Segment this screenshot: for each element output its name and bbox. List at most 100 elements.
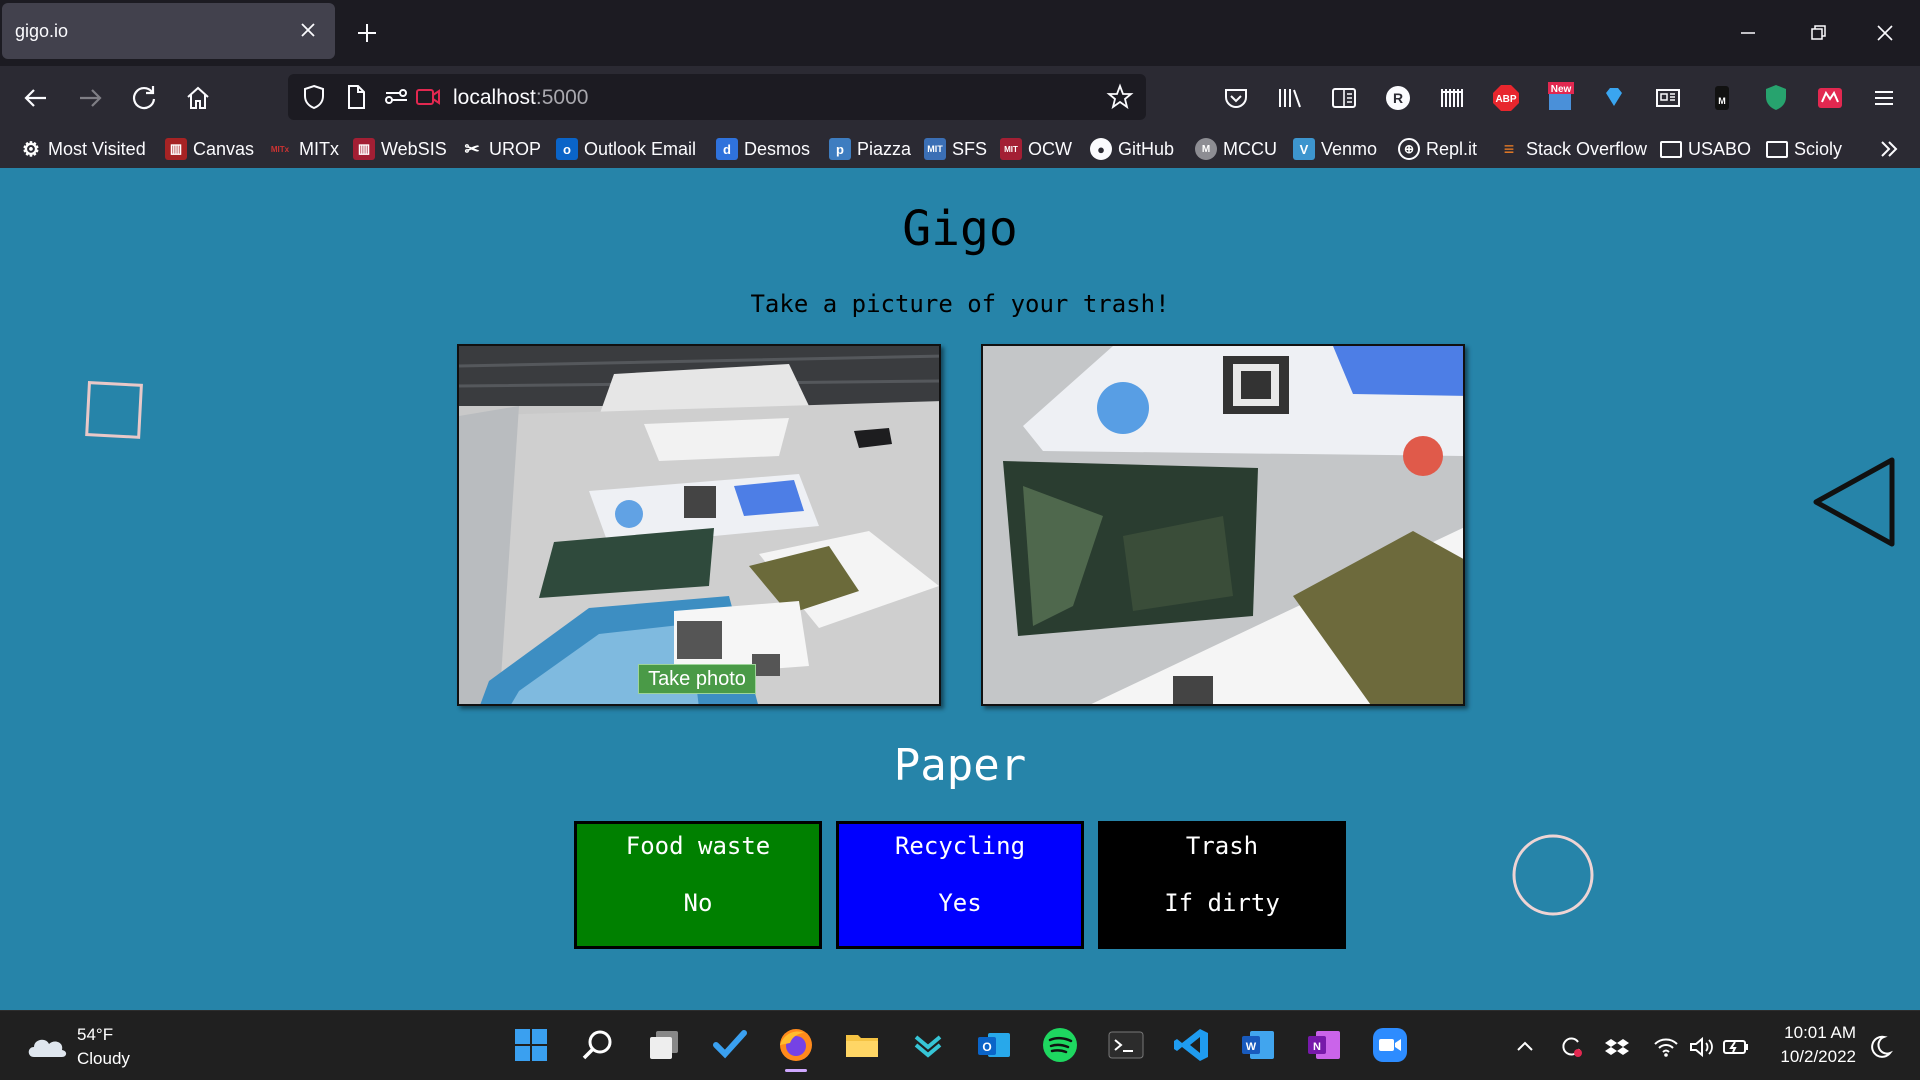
bookmark-mccu[interactable]: M MCCU	[1195, 134, 1277, 164]
vscode-icon[interactable]	[1172, 1025, 1212, 1065]
bookmark-label: Most Visited	[48, 138, 146, 159]
bookmark-websis[interactable]: ▥ WebSIS	[353, 134, 447, 164]
back-icon[interactable]	[20, 82, 52, 114]
bookmark-venmo[interactable]: V Venmo	[1293, 134, 1377, 164]
tab-title: gigo.io	[15, 20, 69, 41]
recycling-heading: Recycling	[894, 832, 1026, 860]
venmo-icon: V	[1293, 138, 1315, 160]
screen: gigo.io localhost:5000 R ABP New M ⚙ Mos…	[0, 0, 1920, 1080]
url-bar[interactable]: localhost:5000	[288, 74, 1146, 120]
bookmark-label: Canvas	[193, 138, 255, 159]
bookmark-ocw[interactable]: MIT OCW	[1000, 134, 1072, 164]
bookmark-label: UROP	[489, 138, 542, 159]
minimize-icon[interactable]	[1733, 18, 1763, 48]
trash-card: Trash If dirty	[1098, 821, 1346, 949]
privacy-badger-icon[interactable]	[1760, 82, 1792, 114]
url-text[interactable]: localhost:5000	[453, 86, 588, 110]
close-window-icon[interactable]	[1870, 18, 1900, 48]
bookmark-mitx[interactable]: MITx MITx	[267, 134, 339, 164]
windows-start-icon[interactable]	[511, 1025, 551, 1065]
spotify-icon[interactable]	[1040, 1025, 1080, 1065]
bookmark-piazza[interactable]: p Piazza	[829, 134, 911, 164]
svg-text:New: New	[1551, 84, 1572, 95]
captured-image	[983, 346, 1463, 704]
browser-tab[interactable]: gigo.io	[2, 3, 335, 59]
bookmark-github[interactable]: ● GitHub	[1090, 134, 1174, 164]
close-tab-icon[interactable]	[297, 19, 319, 41]
home-icon[interactable]	[182, 82, 214, 114]
page-icon[interactable]	[342, 83, 370, 111]
library-icon[interactable]	[1274, 82, 1306, 114]
take-photo-button[interactable]: Take photo	[638, 664, 756, 694]
bookmark-desmos[interactable]: d Desmos	[716, 134, 810, 164]
outlook-app-icon[interactable]: O	[974, 1025, 1014, 1065]
bookmark-usabo[interactable]: USABO	[1660, 134, 1751, 164]
permissions-icon[interactable]	[382, 83, 410, 111]
canvas-icon: ▥	[165, 138, 187, 160]
svg-text:M: M	[1718, 96, 1726, 106]
diamond-icon[interactable]	[1598, 82, 1630, 114]
svg-text:ABP: ABP	[1495, 94, 1516, 105]
terminal-icon[interactable]	[1106, 1025, 1146, 1065]
bookmark-outlook[interactable]: o Outlook Email	[556, 134, 696, 164]
battery-icon[interactable]	[1722, 1033, 1750, 1061]
extension-new-icon[interactable]: New	[1544, 82, 1576, 114]
adblock-plus-icon[interactable]: ABP	[1490, 82, 1522, 114]
camera-blocked-icon[interactable]	[414, 83, 442, 111]
forward-icon[interactable]	[74, 82, 106, 114]
bookmark-stack-overflow[interactable]: ≡ Stack Overflow	[1498, 134, 1647, 164]
clock-date[interactable]: 10/2/2022	[1780, 1047, 1856, 1067]
restore-icon[interactable]	[1803, 18, 1833, 48]
bookmark-most-visited[interactable]: ⚙ Most Visited	[20, 134, 146, 164]
active-app-indicator	[785, 1069, 807, 1072]
extension-barcode-icon[interactable]	[1436, 82, 1468, 114]
firefox-icon[interactable]	[776, 1025, 816, 1065]
news-icon[interactable]	[1652, 82, 1684, 114]
star-icon[interactable]	[1106, 83, 1134, 111]
onenote-icon[interactable]: N	[1304, 1025, 1344, 1065]
moon-icon[interactable]	[1866, 1033, 1894, 1061]
reload-icon[interactable]	[128, 82, 160, 114]
sync-icon[interactable]	[1557, 1033, 1585, 1061]
clock-time[interactable]: 10:01 AM	[1784, 1023, 1856, 1043]
stackoverflow-icon: ≡	[1503, 138, 1515, 159]
weather-temperature[interactable]: 54°F	[77, 1025, 113, 1045]
bookmark-scioly[interactable]: Scioly	[1766, 134, 1842, 164]
bookmark-sfs[interactable]: MIT SFS	[924, 134, 987, 164]
recycling-card: Recycling Yes	[836, 821, 1084, 949]
shield-icon[interactable]	[300, 83, 328, 111]
bookmark-urop[interactable]: ✂ UROP	[461, 134, 541, 164]
pocket-icon[interactable]	[1220, 82, 1252, 114]
todo-icon[interactable]	[710, 1025, 750, 1065]
extension-r-icon[interactable]: R	[1382, 82, 1414, 114]
search-icon[interactable]	[578, 1025, 618, 1065]
bookmark-replit[interactable]: ⊕ Repl.it	[1398, 134, 1477, 164]
page-content: Gigo Take a picture of your trash! Take …	[0, 168, 1920, 1010]
chevron-up-icon[interactable]	[1511, 1033, 1539, 1061]
page-subtitle: Take a picture of your trash!	[750, 290, 1170, 318]
bookmark-label: Repl.it	[1426, 138, 1478, 159]
reader-view-icon[interactable]	[1328, 82, 1360, 114]
food-waste-heading: Food waste	[625, 832, 771, 860]
bookmark-label: Stack Overflow	[1526, 138, 1648, 159]
camera-feed[interactable]: Take photo	[457, 344, 941, 706]
zoom-icon[interactable]	[1370, 1025, 1410, 1065]
bookmarks-toolbar: ⚙ Most Visited ▥ Canvas MITx MITx ▥ WebSIS ✂…	[0, 130, 1920, 168]
dropbox-icon[interactable]	[1603, 1033, 1631, 1061]
menu-icon[interactable]	[1868, 82, 1900, 114]
sfs-icon: MIT	[924, 138, 946, 160]
extension-m-icon[interactable]: M	[1706, 82, 1738, 114]
cloud-icon[interactable]	[24, 1029, 70, 1063]
chevron-right-icon[interactable]	[1876, 136, 1902, 162]
file-explorer-icon[interactable]	[842, 1025, 882, 1065]
mailbird-icon[interactable]	[908, 1025, 948, 1065]
extension-red-icon[interactable]	[1814, 82, 1846, 114]
volume-icon[interactable]	[1687, 1033, 1715, 1061]
new-tab-icon[interactable]	[352, 18, 382, 48]
weather-condition[interactable]: Cloudy	[77, 1049, 130, 1069]
bookmark-canvas[interactable]: ▥ Canvas	[165, 134, 254, 164]
task-view-icon[interactable]	[644, 1025, 684, 1065]
wifi-icon[interactable]	[1652, 1033, 1680, 1061]
word-icon[interactable]: W	[1238, 1025, 1278, 1065]
navigation-bar: localhost:5000 R ABP New M	[0, 66, 1920, 130]
